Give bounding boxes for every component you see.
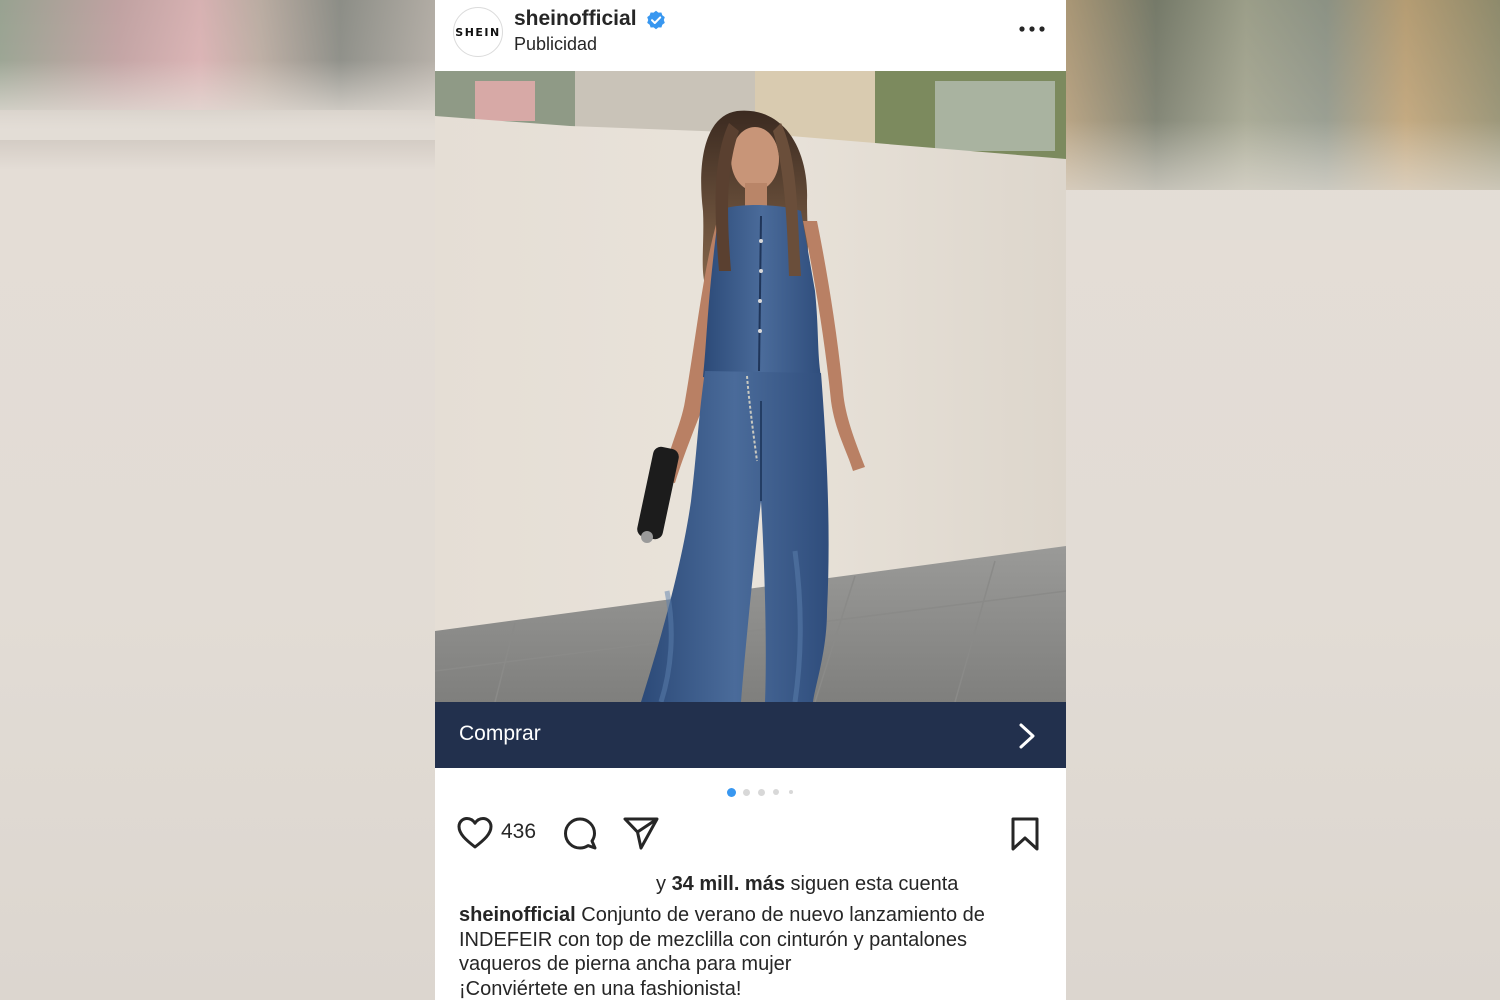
carousel-dot: [789, 790, 793, 794]
carousel-dot: [742, 788, 750, 796]
avatar[interactable]: SHEIN: [453, 7, 503, 57]
paper-plane-icon[interactable]: [622, 815, 660, 851]
like-count[interactable]: 436: [501, 820, 536, 844]
sponsored-label: Publicidad: [514, 34, 598, 54]
followers-line[interactable]: y 34 mill. más siguen esta cuenta: [656, 873, 958, 896]
blurred-background-left-fade: [0, 60, 435, 140]
carousel-indicator: [435, 786, 1066, 798]
followers-suffix: siguen esta cuenta: [790, 873, 959, 895]
followers-count: 34 mill. más: [671, 873, 785, 895]
carousel-dot: [726, 787, 736, 797]
caption-username[interactable]: sheinofficial: [459, 904, 576, 926]
carousel-dot: [773, 789, 779, 795]
more-options-icon[interactable]: [1016, 19, 1048, 39]
post-caption: sheinofficial Conjunto de verano de nuev…: [459, 903, 1044, 1000]
username[interactable]: sheinofficial: [514, 7, 637, 31]
carousel-dot: [757, 788, 765, 796]
post-header: SHEIN sheinofficial Publicidad: [435, 0, 1066, 71]
instagram-post: SHEIN sheinofficial Publicidad Comprar 4…: [435, 0, 1066, 1000]
post-image-illustration: [435, 71, 1066, 702]
bookmark-icon[interactable]: [1010, 816, 1040, 852]
shop-now-button[interactable]: Comprar: [435, 702, 1066, 768]
blurred-background-right-fade: [1066, 120, 1500, 240]
caption-line-2: ¡Conviértete en una fashionista!: [459, 977, 742, 1000]
chevron-right-icon: [1019, 723, 1035, 749]
comment-icon[interactable]: [561, 815, 599, 853]
heart-icon[interactable]: [456, 816, 494, 850]
post-image[interactable]: [435, 71, 1066, 702]
action-bar: 436: [435, 808, 1066, 858]
followers-prefix: y: [656, 873, 666, 895]
verified-badge-icon: [647, 10, 665, 30]
shop-now-label: Comprar: [459, 722, 541, 745]
